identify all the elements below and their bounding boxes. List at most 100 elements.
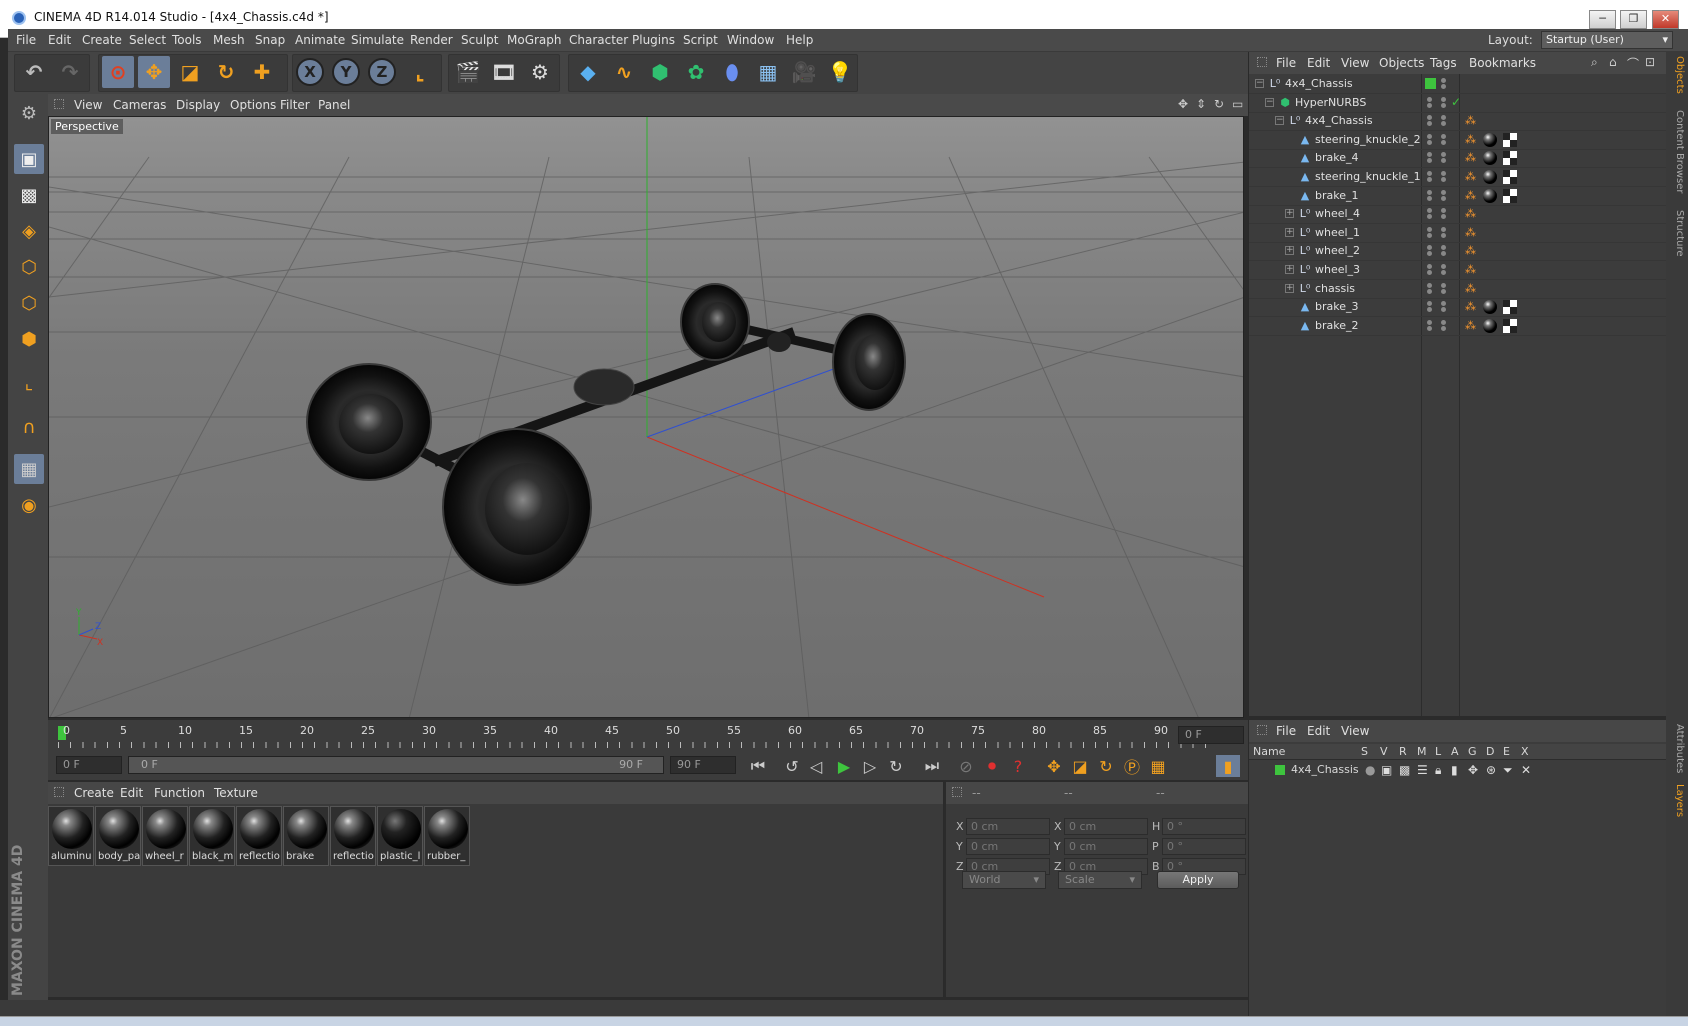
object-name[interactable]: steering_knuckle_1 [1315, 170, 1421, 183]
undo-icon[interactable]: ↶ [18, 56, 50, 88]
object-menu-objects[interactable]: Objects [1379, 56, 1424, 70]
pos-y-field[interactable]: 0 cm [966, 838, 1050, 855]
layer-col-animation[interactable]: A [1451, 745, 1459, 758]
camera-label[interactable]: Perspective [51, 119, 123, 134]
render-dots[interactable] [1441, 263, 1449, 277]
apply-button[interactable]: Apply [1157, 871, 1239, 889]
chassis-model[interactable] [306, 283, 906, 586]
menu-file[interactable]: File [16, 33, 36, 47]
layer-col-solo[interactable]: S [1361, 745, 1368, 758]
viewport-menu-view[interactable]: View [74, 98, 102, 112]
object-name[interactable]: chassis [1315, 282, 1355, 295]
visibility-dots[interactable] [1427, 226, 1435, 240]
lock-icon[interactable]: 🔒︎ [1435, 763, 1441, 778]
record-keyframe-icon[interactable]: ⏺ [980, 755, 1004, 777]
view-icon[interactable]: ▣ [1381, 763, 1392, 777]
material-swatch[interactable]: reflectio [236, 806, 282, 866]
menu-animate[interactable]: Animate [295, 33, 345, 47]
enabled-check-icon[interactable]: ✓ [1451, 95, 1461, 109]
render-dots[interactable] [1441, 282, 1449, 296]
pan-icon[interactable]: ✥ [1178, 97, 1188, 111]
visibility-dots[interactable] [1427, 319, 1435, 333]
rot-h-field[interactable]: 0 ° [1162, 818, 1246, 835]
camera-icon[interactable]: 🎥 [788, 56, 820, 88]
size-x-field[interactable]: 0 cm [1064, 818, 1148, 835]
z-axis-icon[interactable]: Z [368, 58, 396, 86]
layer-col-deformers[interactable]: D [1486, 745, 1494, 758]
object-name[interactable]: 4x4_Chassis [1305, 114, 1373, 127]
manager-icon[interactable]: ☰ [1417, 763, 1428, 777]
key-parameter-icon[interactable]: Ⓟ [1120, 755, 1144, 777]
object-name[interactable]: brake_3 [1315, 300, 1359, 313]
material-menu-edit[interactable]: Edit [120, 786, 143, 800]
tab-layers[interactable]: Layers [1669, 784, 1685, 817]
render-dots[interactable] [1441, 207, 1449, 221]
array-icon[interactable]: ✿ [680, 56, 712, 88]
points-mode-icon[interactable]: ⬡ [14, 252, 44, 282]
axis-mode-icon[interactable]: ⌞ [14, 368, 44, 398]
render-view-icon[interactable]: 🎬 [452, 56, 484, 88]
play-icon[interactable]: ▶ [832, 755, 856, 777]
expand-icon[interactable]: + [1285, 209, 1294, 219]
object-row[interactable]: − L⁰ 4x4_Chassis [1249, 74, 1667, 94]
object-name[interactable]: wheel_3 [1315, 263, 1360, 276]
maximize-view-icon[interactable]: ▭ [1232, 97, 1243, 111]
motion-record-icon[interactable]: ⊘ [954, 755, 978, 777]
key-position-icon[interactable]: ✥ [1042, 755, 1066, 777]
render-icon[interactable]: ▩ [1399, 763, 1410, 777]
menu-character[interactable]: Character [569, 33, 628, 47]
phong-tag-icon[interactable]: ⁂ [1465, 319, 1479, 333]
render-dots[interactable] [1441, 244, 1449, 258]
object-row[interactable]: ▲ brake_4 ⁂ [1249, 148, 1667, 169]
object-name[interactable]: steering_knuckle_2 [1315, 133, 1421, 146]
frame-range-slider[interactable]: 0 F 90 F [128, 756, 664, 774]
menu-snap[interactable]: Snap [255, 33, 285, 47]
material-tag-icon[interactable] [1483, 151, 1497, 166]
zoom-icon[interactable]: ⇕ [1196, 97, 1206, 111]
object-name[interactable]: brake_4 [1315, 151, 1359, 164]
menu-help[interactable]: Help [786, 33, 813, 47]
object-name[interactable]: brake_2 [1315, 319, 1359, 332]
animation-icon[interactable]: ▮ [1451, 763, 1458, 777]
menu-tools[interactable]: Tools [172, 33, 202, 47]
menu-render[interactable]: Render [410, 33, 453, 47]
timeline-ruler[interactable]: 0 5 10 15 20 25 30 35 40 45 50 55 60 65 … [48, 720, 1248, 750]
object-row[interactable]: + L⁰ wheel_1 ⁂ [1249, 223, 1667, 243]
previous-keyframe-icon[interactable]: ↺ [780, 755, 804, 777]
render-dots[interactable] [1441, 133, 1449, 147]
redo-icon[interactable]: ↷ [54, 56, 86, 88]
hierarchy-up-icon[interactable]: ⌒ [1627, 55, 1639, 72]
phong-tag-icon[interactable]: ⁂ [1465, 300, 1479, 314]
close-button[interactable]: ✕ [1652, 10, 1679, 29]
orbit-icon[interactable]: ↻ [1214, 97, 1224, 111]
menu-window[interactable]: Window [727, 33, 774, 47]
collapse-icon[interactable]: − [1275, 116, 1284, 126]
uvw-tag-icon[interactable] [1503, 170, 1517, 184]
size-y-field[interactable]: 0 cm [1064, 838, 1148, 855]
render-dots[interactable] [1441, 96, 1449, 110]
render-dots[interactable] [1441, 114, 1449, 128]
x-axis-icon[interactable]: X [296, 58, 324, 86]
object-row[interactable]: + L⁰ chassis ⁂ [1249, 279, 1667, 299]
material-tag-icon[interactable] [1483, 132, 1497, 147]
key-scale-icon[interactable]: ◪ [1068, 755, 1092, 777]
move-icon[interactable]: ✥ [138, 56, 170, 88]
xref-icon[interactable]: ✕ [1521, 763, 1531, 777]
uvw-tag-icon[interactable] [1503, 318, 1517, 333]
viewport-menu-filter[interactable]: Filter [280, 98, 310, 112]
live-select-icon[interactable]: ⊙ [102, 56, 134, 88]
render-settings-icon[interactable]: ⚙ [524, 56, 556, 88]
render-dots[interactable] [1441, 151, 1449, 165]
render-picture-viewer-icon[interactable]: 🎞 [488, 56, 520, 88]
object-name[interactable]: wheel_1 [1315, 226, 1360, 239]
render-dots[interactable] [1441, 77, 1449, 91]
layer-col-locked[interactable]: L [1435, 745, 1441, 758]
object-name[interactable]: wheel_4 [1315, 207, 1360, 220]
polygons-mode-icon[interactable]: ⬢ [14, 324, 44, 354]
phong-tag-icon[interactable]: ⁂ [1465, 170, 1479, 184]
add-object-icon[interactable]: ✚ [246, 56, 278, 88]
object-row[interactable]: ▲ steering_knuckle_1 ⁂ [1249, 167, 1667, 187]
end-frame-field[interactable]: 0 F [1178, 726, 1244, 744]
material-tag-icon[interactable] [1483, 188, 1497, 203]
coordinate-space-select[interactable]: World ▾ [962, 871, 1046, 889]
